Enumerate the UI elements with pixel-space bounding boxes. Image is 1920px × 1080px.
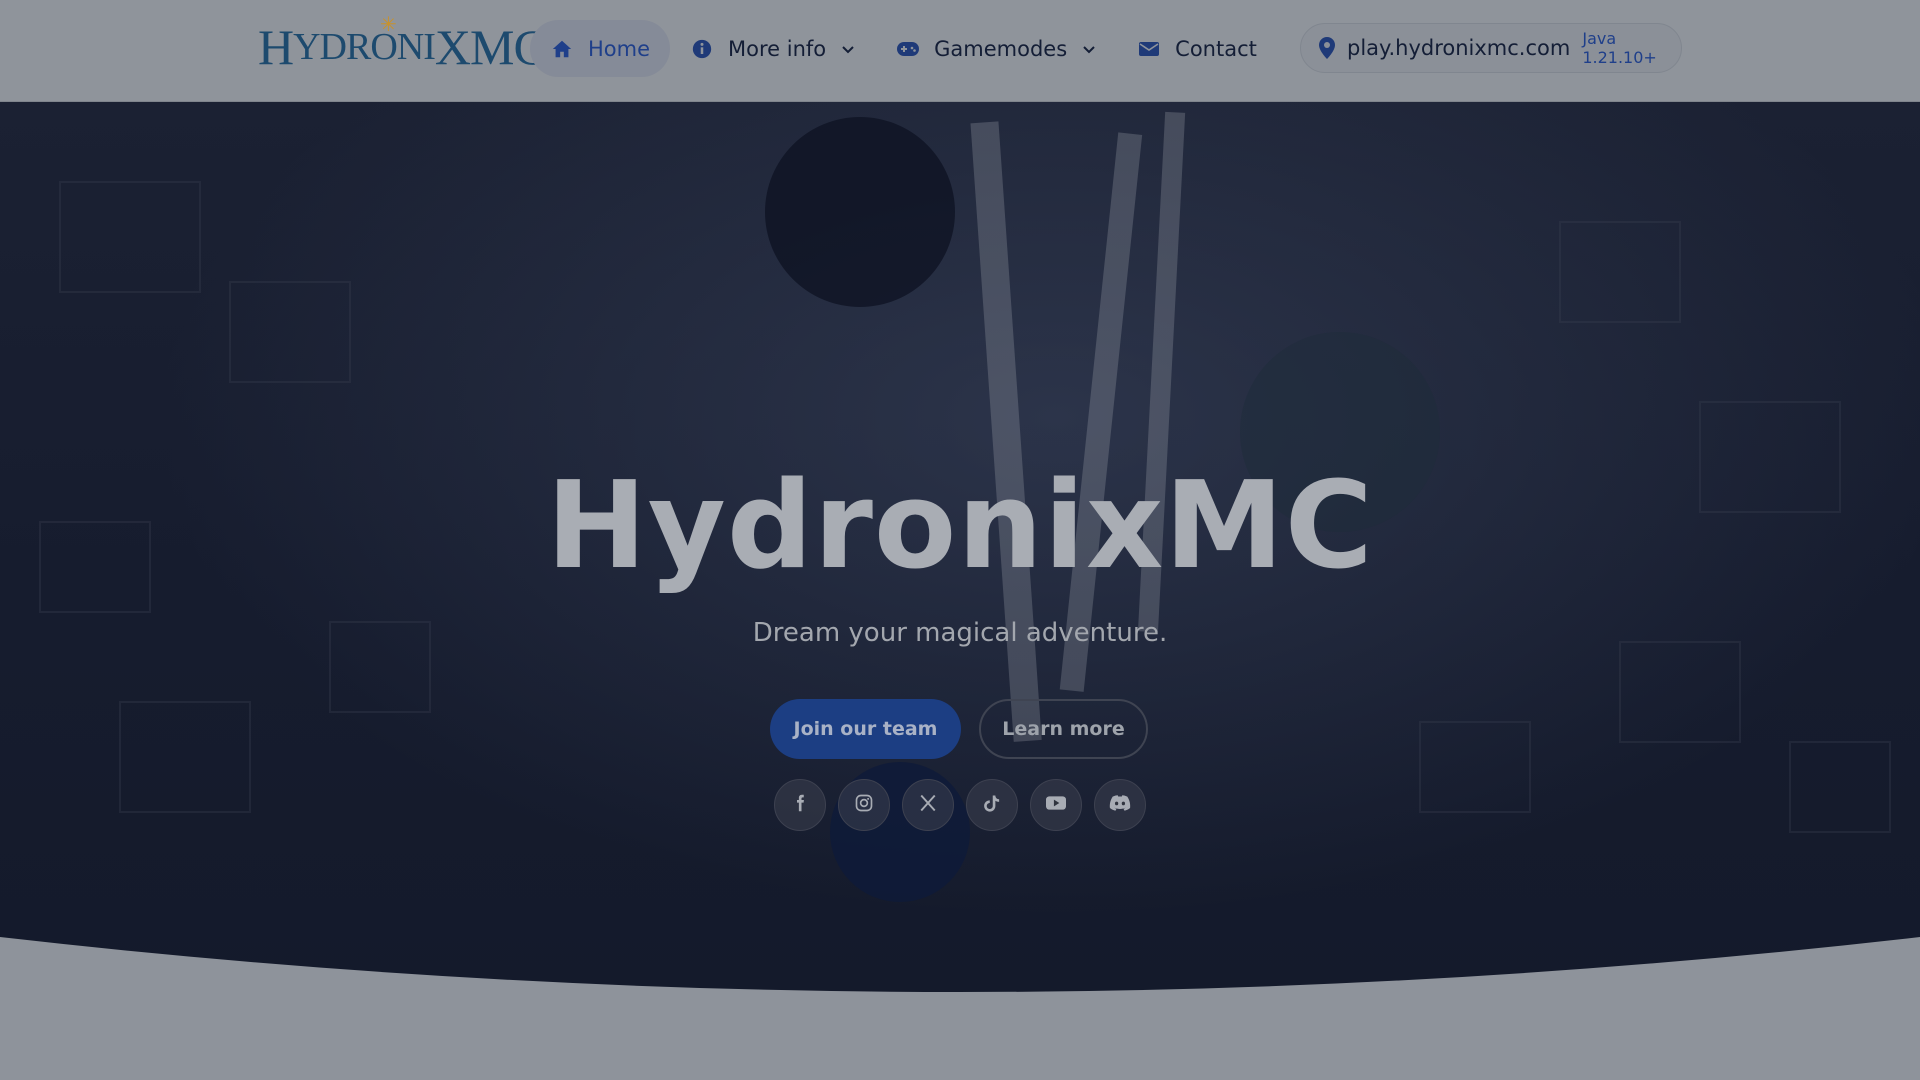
instagram-icon: [855, 794, 873, 816]
logo-letter-x: X: [434, 19, 471, 75]
home-icon: [550, 37, 574, 61]
discord-link[interactable]: [1094, 779, 1146, 831]
facebook-icon: [791, 794, 809, 816]
envelope-icon: [1137, 37, 1161, 61]
nav-item-label: More info: [728, 36, 827, 61]
logo-star-icon: ✳: [380, 14, 397, 36]
chevron-down-icon: [840, 41, 856, 57]
x-link[interactable]: [902, 779, 954, 831]
nav-item-label: Home: [588, 36, 651, 61]
server-address-pill[interactable]: play.hydronixmc.com Java 1.21.10+: [1300, 23, 1682, 73]
youtube-link[interactable]: [1030, 779, 1082, 831]
nav-item-label: Gamemodes: [934, 36, 1068, 61]
page: H YDRONI X MC ✳ Home More info Gamemodes…: [0, 0, 1920, 1080]
social-links: [774, 779, 1146, 831]
nav-item-gamemodes[interactable]: Gamemodes: [876, 20, 1117, 77]
map-pin-icon: [1319, 36, 1335, 60]
join-our-team-button[interactable]: Join our team: [770, 699, 961, 759]
info-icon: [690, 37, 714, 61]
logo-letter-h: H: [258, 19, 294, 75]
hero-section: HydronixMC Dream your magical adventure.…: [0, 102, 1920, 1002]
learn-more-button[interactable]: Learn more: [979, 699, 1148, 759]
tiktok-link[interactable]: [966, 779, 1018, 831]
facebook-link[interactable]: [774, 779, 826, 831]
nav-item-home[interactable]: Home: [530, 20, 671, 77]
instagram-link[interactable]: [838, 779, 890, 831]
server-version: Java 1.21.10+: [1582, 29, 1657, 67]
gamepad-icon: [896, 37, 920, 61]
server-address: play.hydronixmc.com: [1347, 36, 1571, 60]
site-logo[interactable]: H YDRONI X MC ✳: [258, 14, 547, 80]
chevron-down-icon: [1081, 41, 1097, 57]
nav-item-more-info[interactable]: More info: [670, 20, 876, 77]
logo-letters: YDRONI: [293, 26, 436, 68]
discord-icon: [1109, 794, 1131, 816]
tiktok-icon: [983, 794, 1001, 816]
nav-item-contact[interactable]: Contact: [1117, 20, 1277, 77]
hero-title: HydronixMC: [546, 457, 1374, 596]
site-header: H YDRONI X MC ✳ Home More info Gamemodes…: [0, 0, 1920, 102]
main-nav: Home More info Gamemodes Contact: [530, 20, 1277, 77]
hero-subtitle: Dream your magical adventure.: [752, 618, 1168, 648]
youtube-icon: [1046, 795, 1066, 815]
nav-item-label: Contact: [1175, 36, 1257, 61]
x-icon: [919, 794, 937, 816]
